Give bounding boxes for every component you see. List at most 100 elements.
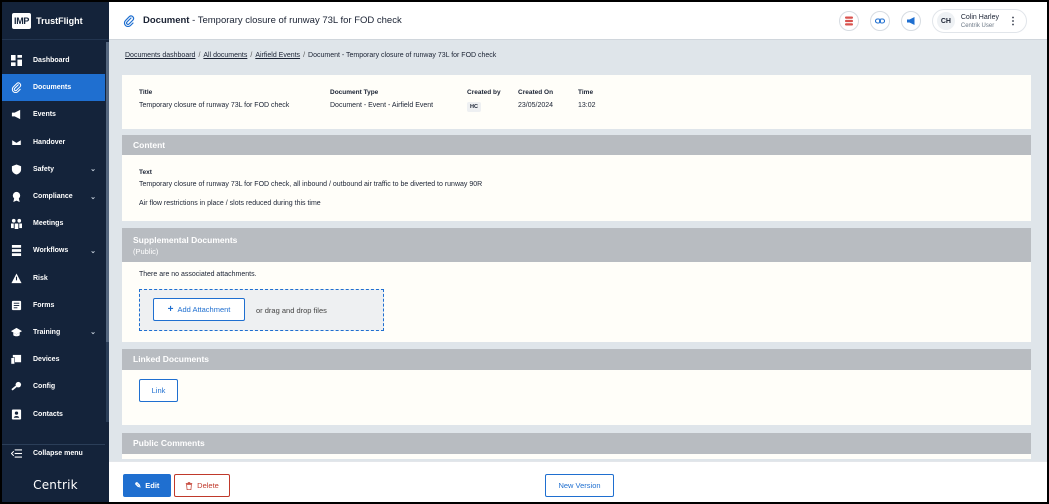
delete-button[interactable]: Delete [174,474,230,497]
meetings-icon [11,219,22,230]
sidebar-item-label: Handover [33,138,66,146]
breadcrumb-separator: / [303,52,306,59]
user-role: Centrik User [960,22,995,29]
link-button[interactable] [869,11,890,31]
stack-button[interactable] [838,11,859,31]
info-created-by-label: Created by [467,89,501,96]
comments-heading: Public Comments [122,433,1031,454]
action-footer: ✎ Edit Delete New Version [109,461,1047,502]
megaphone-icon [906,17,915,25]
breadcrumb: Documents dashboard / All documents / Airfie… [125,52,496,59]
user-name: Colin Harley [960,13,999,21]
sidebar: IMP TrustFlight Dashboard Documents Even… [2,2,109,502]
chevron-down-icon: ⌄ [90,166,96,174]
collapse-icon [11,449,22,458]
content-heading: Content [122,135,1031,155]
supplemental-documents-section: Supplemental Documents (Public) There ar… [122,228,1031,342]
info-title-value: Temporary closure of runway 73L for FOD … [139,102,290,109]
warning-icon [11,273,22,283]
content-body: Text Temporary closure of runway 73L for… [122,155,1031,207]
delete-label: Delete [197,481,219,490]
sidebar-item-meetings[interactable]: Meetings [2,210,105,237]
page-title-prefix: Document [143,15,190,26]
linked-documents-section: Linked Documents Link [122,349,1031,425]
sidebar-scrollbar[interactable] [106,42,109,422]
devices-icon [11,355,22,365]
centrik-logo: Centrik [33,478,78,492]
sidebar-item-label: Config [33,383,56,391]
top-bar: Document - Temporary closure of runway 7… [109,2,1047,40]
sidebar-item-devices[interactable]: Devices [2,346,105,373]
document-info-card: Title Temporary closure of runway 73L fo… [122,75,1031,129]
page-title: Document - Temporary closure of runway 7… [143,15,402,26]
sidebar-item-label: Risk [33,274,48,282]
supplemental-subtitle: (Public) [133,247,159,256]
header-actions: CH Colin Harley Centrik User ⋮ [838,2,1047,40]
edit-button[interactable]: ✎ Edit [123,474,171,497]
sidebar-item-handover[interactable]: Handover [2,129,105,156]
pencil-icon: ✎ [134,481,142,490]
chevron-down-icon: ⌄ [90,329,96,337]
contacts-icon [11,408,22,420]
sidebar-item-label: Forms [33,301,55,309]
new-version-button[interactable]: New Version [545,474,614,497]
breadcrumb-airfield-events[interactable]: Airfield Events [255,52,300,59]
sidebar-item-label: Devices [33,356,60,364]
brand[interactable]: IMP TrustFlight [2,2,109,40]
sidebar-nav: Dashboard Documents Events Handover Safe… [2,47,105,428]
supplemental-title: Supplemental Documents [133,235,238,245]
sidebar-item-config[interactable]: Config [2,373,105,400]
breadcrumb-all-documents[interactable]: All documents [203,52,247,59]
page-title-text: Temporary closure of runway 73L for FOD … [197,15,402,26]
brand-logo: IMP [12,12,32,29]
avatar: CH [936,12,955,30]
handover-icon [11,139,22,146]
info-time-value: 13:02 [578,102,596,109]
user-menu[interactable]: CH Colin Harley Centrik User ⋮ [931,9,1027,33]
sidebar-item-safety[interactable]: Safety ⌄ [2,156,105,183]
public-comments-section: Public Comments [122,433,1031,459]
edit-label: Edit [145,481,160,490]
collapse-menu-button[interactable]: Collapse menu [2,444,105,462]
info-created-on-value: 23/05/2024 [518,102,554,109]
no-attachments-text: There are no associated attachments. [139,271,257,278]
breadcrumb-separator: / [198,52,201,59]
sidebar-item-label: Workflows [33,247,69,255]
info-created-on: Created On 23/05/2024 [518,89,553,109]
add-attachment-label: Add Attachment [177,305,231,314]
sidebar-item-workflows[interactable]: Workflows ⌄ [2,237,105,264]
info-time: Time 13:02 [578,89,596,109]
sidebar-item-risk[interactable]: Risk [2,265,105,292]
content-line-2: Air flow restrictions in place / slots r… [139,200,321,207]
add-attachment-button[interactable]: + Add Attachment [153,298,245,321]
attachment-dropzone[interactable]: + Add Attachment or drag and drop files [139,289,384,331]
stack-icon [844,16,853,26]
sidebar-item-training[interactable]: Training ⌄ [2,319,105,346]
graduation-cap-icon [11,327,22,337]
plus-icon: + [167,304,174,315]
created-by-badge: HC [467,102,481,112]
sidebar-item-label: Compliance [33,193,73,201]
sidebar-item-label: Training [33,328,61,336]
link-icon [874,18,885,24]
breadcrumb-separator: / [250,52,253,59]
announce-button[interactable] [900,11,921,31]
user-info: Colin Harley Centrik User [961,13,999,30]
sidebar-item-contacts[interactable]: Contacts [2,400,105,427]
info-type-label: Document Type [330,89,379,96]
sidebar-item-forms[interactable]: Forms [2,292,105,319]
sidebar-item-compliance[interactable]: Compliance ⌄ [2,183,105,210]
sidebar-item-label: Contacts [33,410,63,418]
sidebar-item-dashboard[interactable]: Dashboard [2,47,105,74]
info-title-label: Title [139,89,153,96]
sidebar-item-label: Safety [33,165,55,173]
kebab-menu-icon[interactable]: ⋮ [1008,16,1018,27]
sidebar-item-events[interactable]: Events [2,101,105,128]
sidebar-item-label: Documents [33,84,72,92]
page-title-separator: - [192,15,196,26]
link-button[interactable]: Link [139,379,178,402]
breadcrumb-documents-dashboard[interactable]: Documents dashboard [125,52,195,59]
sidebar-item-documents[interactable]: Documents [2,74,105,102]
drag-drop-text: or drag and drop files [256,306,327,315]
app-frame: IMP TrustFlight Dashboard Documents Even… [2,2,1047,502]
